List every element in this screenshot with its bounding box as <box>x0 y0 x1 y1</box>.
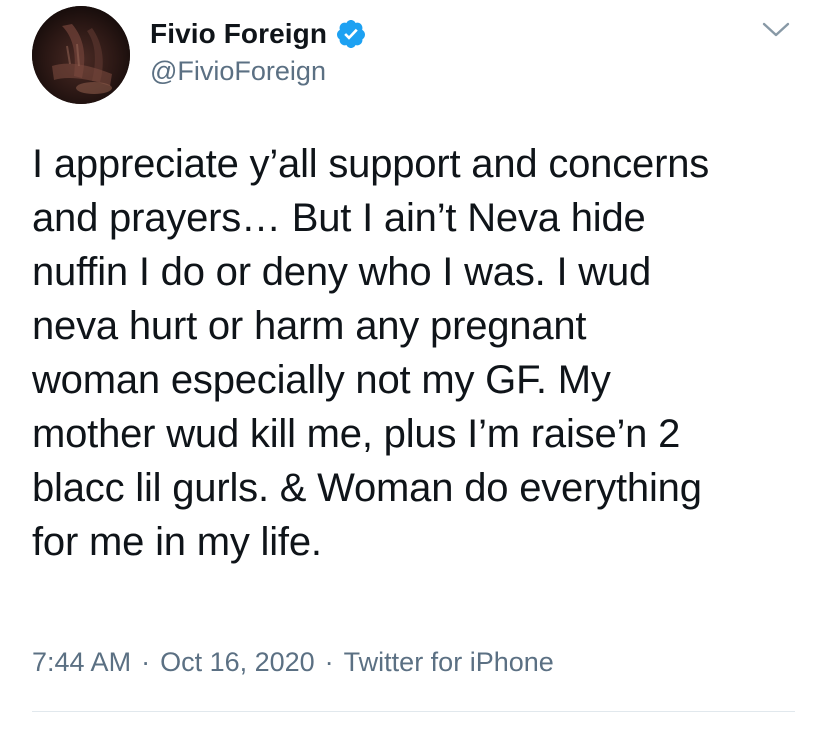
tweet-date[interactable]: Oct 16, 2020 <box>160 647 315 678</box>
chevron-down-icon[interactable] <box>760 20 792 40</box>
name-row: Fivio Foreign <box>150 14 367 54</box>
author-identity: Fivio Foreign @FivioForeign <box>150 14 367 87</box>
tweet-card: Fivio Foreign @FivioForeign I appreciate… <box>0 0 827 738</box>
tweet-source[interactable]: Twitter for iPhone <box>344 647 554 678</box>
divider <box>32 711 795 712</box>
meta-separator: · <box>324 646 334 677</box>
tweet-text: I appreciate y’all support and concerns … <box>32 142 710 564</box>
tweet-time[interactable]: 7:44 AM <box>32 647 131 678</box>
verified-badge-icon <box>335 18 367 50</box>
avatar-photo <box>32 6 130 104</box>
tweet-metadata: 7:44 AM · Oct 16, 2020 · Twitter for iPh… <box>32 645 554 679</box>
display-name[interactable]: Fivio Foreign <box>150 18 327 50</box>
user-handle[interactable]: @FivioForeign <box>150 56 367 87</box>
meta-separator: · <box>141 646 151 677</box>
avatar[interactable] <box>32 6 130 104</box>
